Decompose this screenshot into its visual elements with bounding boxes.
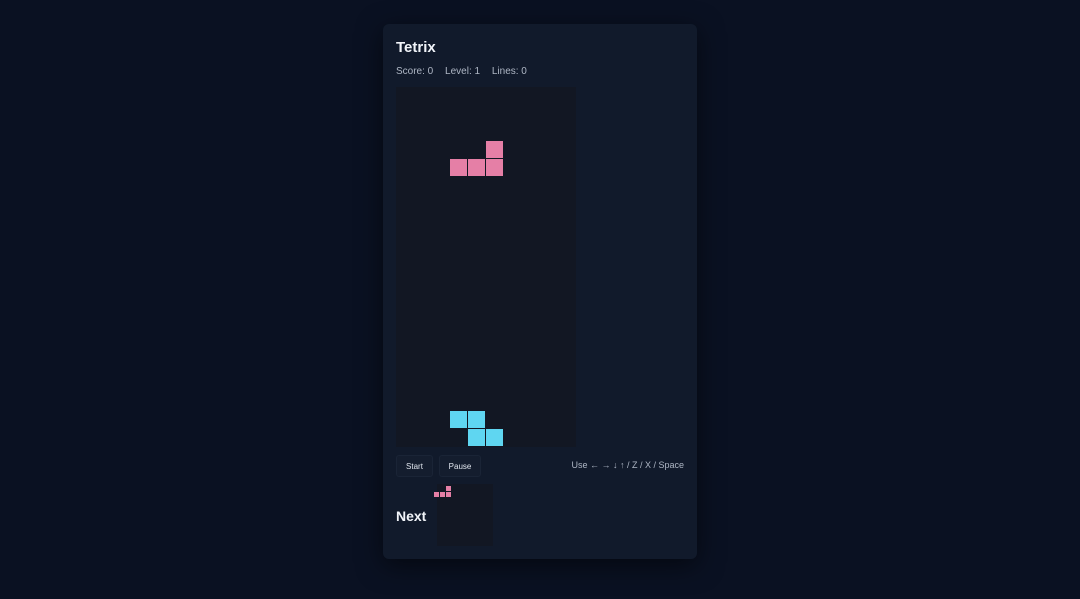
locked-piece-block — [486, 429, 503, 446]
start-button[interactable]: Start — [396, 455, 433, 477]
controls-bar: Start Pause Use ← → ↓ ↑ / Z / X / Space — [396, 455, 684, 477]
level-display: Level: 1 — [445, 66, 481, 77]
active-piece-block — [486, 159, 503, 176]
game-panel: Tetrix Score: 0 Level: 1 Lines: 0 Start … — [383, 24, 697, 559]
next-label: Next — [396, 508, 427, 524]
locked-piece-block — [468, 411, 485, 428]
locked-piece-block — [450, 411, 467, 428]
active-piece-block — [450, 159, 467, 176]
lines-display: Lines: 0 — [491, 66, 527, 77]
score-display: Score: 0 — [396, 66, 434, 77]
next-piece-block — [440, 492, 445, 497]
next-piece-block — [446, 492, 451, 497]
active-piece-block — [468, 159, 485, 176]
stats-bar: Score: 0 Level: 1 Lines: 0 — [396, 66, 536, 77]
pause-button[interactable]: Pause — [439, 455, 481, 477]
next-piece-preview — [434, 484, 493, 546]
game-board[interactable] — [396, 87, 576, 447]
active-piece-block — [486, 141, 503, 158]
controls-hint: Use ← → ↓ ↑ / Z / X / Space — [571, 460, 684, 470]
next-piece-block — [446, 486, 451, 491]
locked-piece-block — [468, 429, 485, 446]
game-title: Tetrix — [396, 39, 436, 56]
next-piece-block — [434, 492, 439, 497]
